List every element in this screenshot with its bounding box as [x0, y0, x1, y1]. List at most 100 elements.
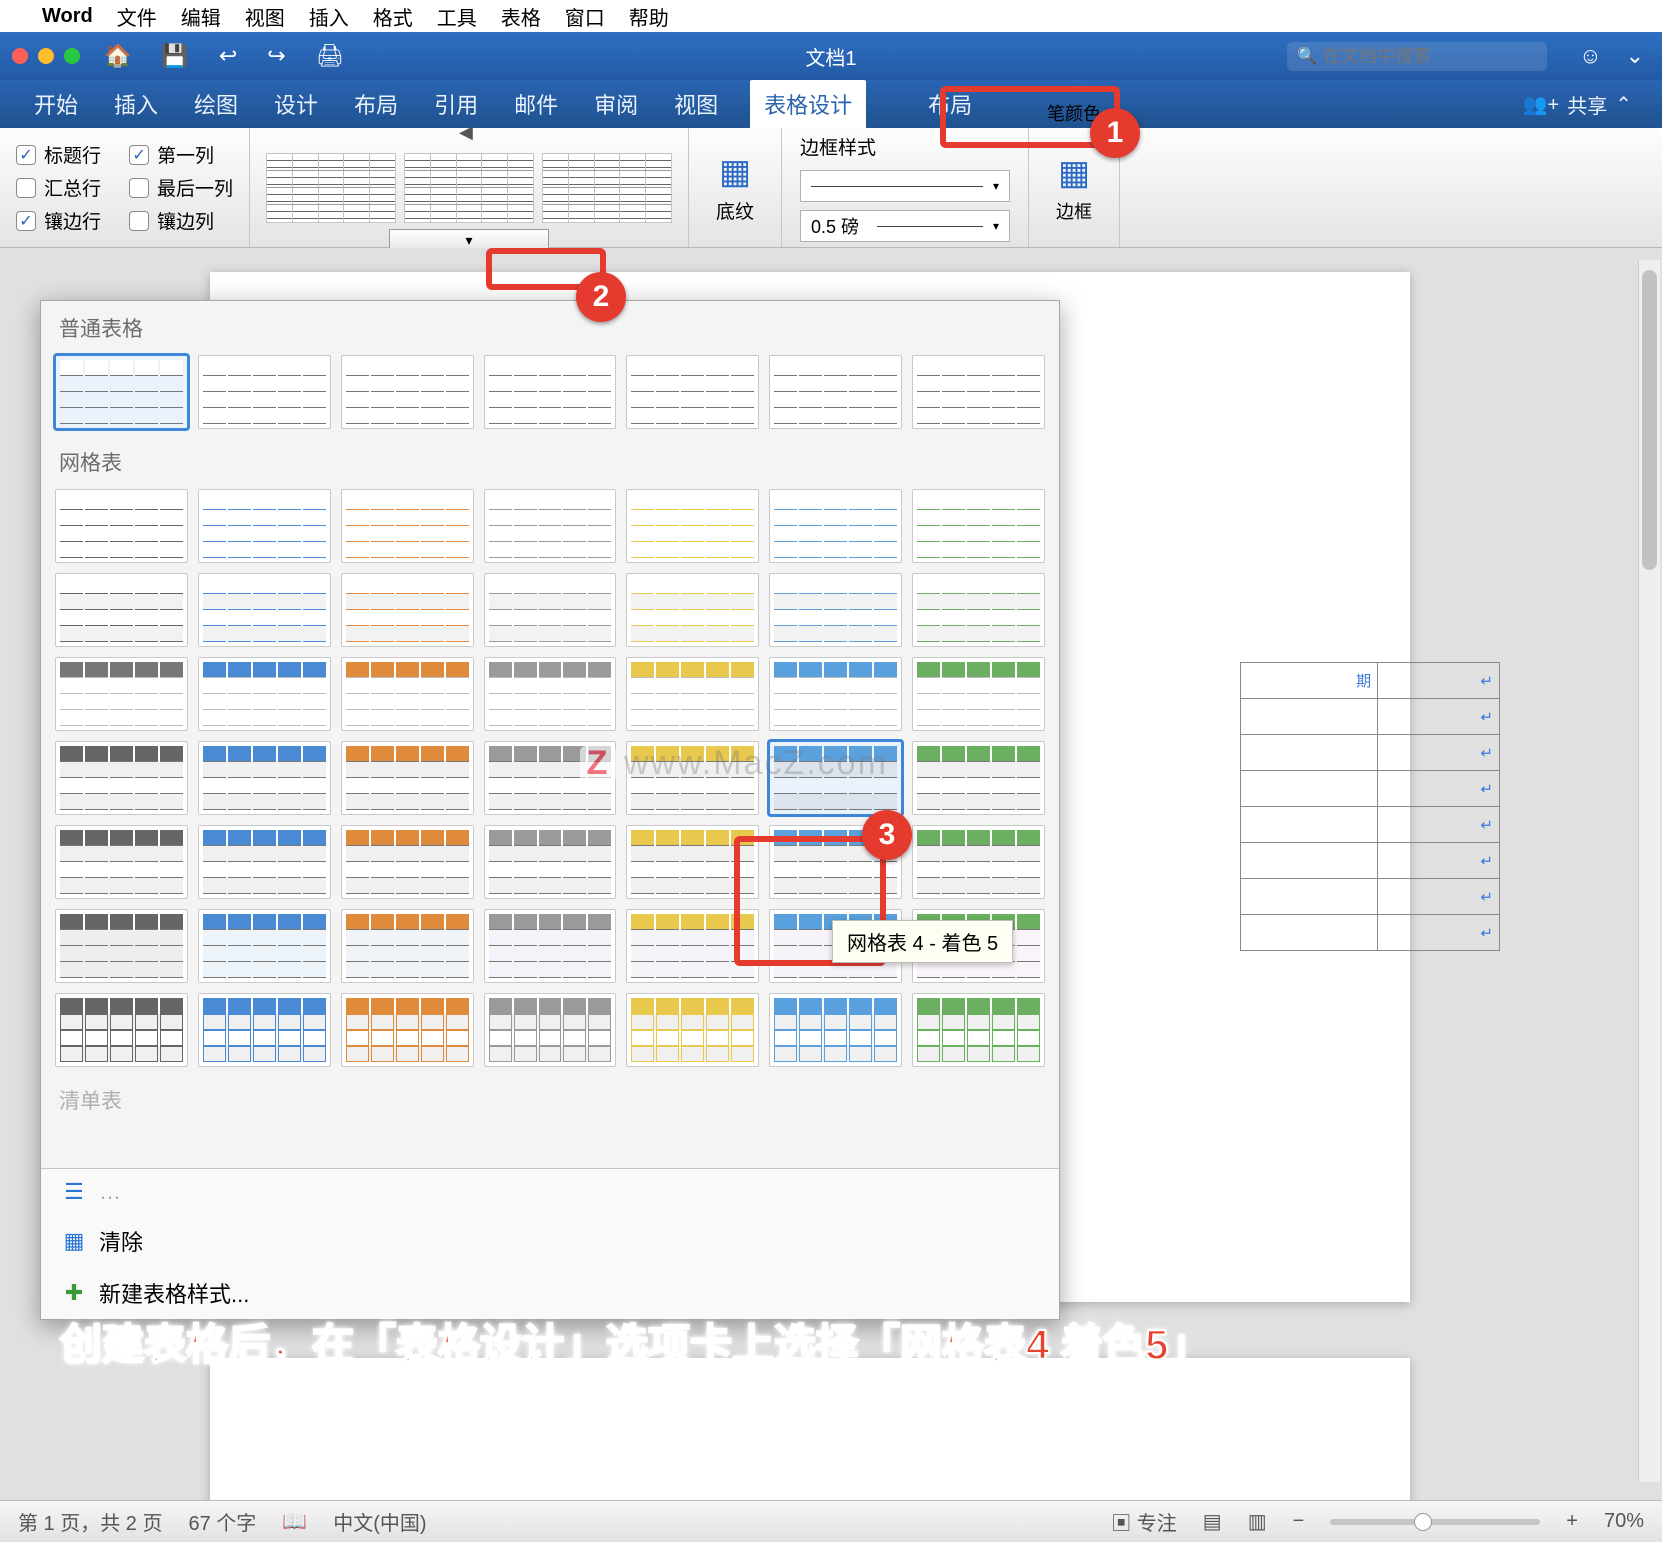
- menu-help[interactable]: 帮助: [629, 2, 669, 31]
- menu-edit[interactable]: 编辑: [181, 2, 221, 31]
- border-weight-combo[interactable]: 0.5 磅▾: [800, 210, 1010, 242]
- gallery-style-item[interactable]: [198, 909, 331, 983]
- gallery-style-item[interactable]: [341, 573, 474, 647]
- menu-tools[interactable]: 工具: [437, 2, 477, 31]
- status-language[interactable]: 中文(中国): [333, 1507, 426, 1536]
- zoom-slider-knob[interactable]: [1414, 1513, 1432, 1531]
- zoom-in-button[interactable]: +: [1566, 1510, 1578, 1533]
- gallery-style-item[interactable]: [769, 489, 902, 563]
- menu-format[interactable]: 格式: [373, 2, 413, 31]
- table-cell[interactable]: 期: [1241, 663, 1378, 699]
- share-button[interactable]: 👥+共享⌃: [1523, 90, 1632, 119]
- document-table[interactable]: 期↵ ↵↵↵ ↵↵↵ ↵: [1240, 662, 1500, 951]
- checkbox-header-row[interactable]: ✓标题行: [16, 141, 101, 168]
- tab-mailings[interactable]: 邮件: [510, 82, 562, 126]
- gallery-style-item[interactable]: [198, 993, 331, 1067]
- shading-icon[interactable]: ▦: [709, 151, 761, 193]
- gallery-style-item[interactable]: [484, 489, 617, 563]
- gallery-style-item[interactable]: [55, 573, 188, 647]
- gallery-style-item[interactable]: [626, 573, 759, 647]
- vertical-scrollbar[interactable]: [1638, 260, 1660, 1482]
- gallery-style-item[interactable]: [484, 909, 617, 983]
- gallery-style-item[interactable]: [626, 825, 759, 899]
- gallery-modify-style[interactable]: ☰…: [41, 1169, 1059, 1215]
- tab-design[interactable]: 设计: [270, 82, 322, 126]
- gallery-style-item[interactable]: [912, 825, 1045, 899]
- gallery-style-item[interactable]: [55, 355, 188, 429]
- gallery-style-item[interactable]: [769, 993, 902, 1067]
- tab-table-layout[interactable]: 布局: [924, 82, 976, 126]
- gallery-style-item[interactable]: [198, 741, 331, 815]
- gallery-style-item[interactable]: [626, 657, 759, 731]
- menu-window[interactable]: 窗口: [565, 2, 605, 31]
- tab-table-design[interactable]: 表格设计: [750, 80, 866, 128]
- gallery-style-item[interactable]: [484, 573, 617, 647]
- gallery-clear-button[interactable]: ▦ 清除: [41, 1215, 1059, 1267]
- gallery-style-item[interactable]: [626, 993, 759, 1067]
- search-input[interactable]: [1323, 46, 1523, 67]
- gallery-style-item[interactable]: [484, 993, 617, 1067]
- print-icon[interactable]: 🖨: [310, 43, 350, 69]
- document-page-2[interactable]: [210, 1358, 1410, 1500]
- gallery-style-item[interactable]: [912, 993, 1045, 1067]
- gallery-style-item[interactable]: [912, 741, 1045, 815]
- save-icon[interactable]: 💾: [155, 43, 194, 69]
- feedback-smiley-icon[interactable]: ☺: [1579, 43, 1601, 69]
- status-word-count[interactable]: 67 个字: [188, 1507, 256, 1536]
- checkbox-banded-rows[interactable]: ✓镶边行: [16, 207, 101, 234]
- menu-file[interactable]: 文件: [117, 2, 157, 31]
- status-page[interactable]: 第 1 页，共 2 页: [18, 1507, 162, 1536]
- gallery-style-item[interactable]: [912, 355, 1045, 429]
- view-print-layout-icon[interactable]: ▤: [1203, 1509, 1222, 1534]
- minimize-window-button[interactable]: [38, 48, 54, 64]
- scrollbar-thumb[interactable]: [1642, 270, 1657, 570]
- gallery-style-item[interactable]: [626, 909, 759, 983]
- tab-home[interactable]: 开始: [30, 82, 82, 126]
- gallery-style-item[interactable]: [484, 355, 617, 429]
- zoom-level[interactable]: 70%: [1604, 1510, 1644, 1533]
- gallery-style-item[interactable]: [198, 489, 331, 563]
- checkbox-last-column[interactable]: 最后一列: [129, 174, 233, 201]
- redo-icon[interactable]: ↪︎: [261, 43, 291, 69]
- gallery-style-item[interactable]: [912, 489, 1045, 563]
- gallery-style-item[interactable]: [198, 573, 331, 647]
- chevron-down-icon[interactable]: ⌄: [1620, 43, 1650, 69]
- gallery-style-item[interactable]: [484, 657, 617, 731]
- gallery-style-item[interactable]: [198, 825, 331, 899]
- maximize-window-button[interactable]: [64, 48, 80, 64]
- search-box[interactable]: 🔍: [1287, 42, 1547, 71]
- menu-view[interactable]: 视图: [245, 2, 285, 31]
- gallery-style-item[interactable]: [769, 657, 902, 731]
- close-window-button[interactable]: [12, 48, 28, 64]
- checkbox-banded-columns[interactable]: 镶边列: [129, 207, 214, 234]
- gallery-style-item[interactable]: [198, 355, 331, 429]
- gallery-prev-button[interactable]: ◀: [459, 122, 479, 143]
- tab-layout[interactable]: 布局: [350, 82, 402, 126]
- undo-icon[interactable]: ↩︎: [213, 43, 243, 69]
- gallery-style-item[interactable]: [626, 489, 759, 563]
- zoom-out-button[interactable]: −: [1293, 1510, 1305, 1533]
- border-style-combo[interactable]: ▾: [800, 170, 1010, 202]
- app-name[interactable]: Word: [42, 5, 93, 28]
- focus-mode-button[interactable]: ▣ 专注: [1111, 1507, 1177, 1536]
- ribbon-style-thumb[interactable]: [404, 153, 534, 223]
- gallery-style-item[interactable]: [341, 909, 474, 983]
- ribbon-style-thumb[interactable]: [266, 153, 396, 223]
- gallery-style-item[interactable]: [55, 657, 188, 731]
- gallery-style-item[interactable]: [341, 825, 474, 899]
- gallery-style-item[interactable]: [55, 825, 188, 899]
- menu-table[interactable]: 表格: [501, 2, 541, 31]
- gallery-style-item[interactable]: [55, 741, 188, 815]
- gallery-style-item[interactable]: [912, 573, 1045, 647]
- gallery-style-item[interactable]: [769, 573, 902, 647]
- tab-references[interactable]: 引用: [430, 82, 482, 126]
- menu-insert[interactable]: 插入: [309, 2, 349, 31]
- borders-button[interactable]: ▦边框: [1048, 152, 1100, 224]
- gallery-style-item[interactable]: [55, 489, 188, 563]
- checkbox-total-row[interactable]: 汇总行: [16, 174, 101, 201]
- gallery-style-item[interactable]: [55, 993, 188, 1067]
- tab-view[interactable]: 视图: [670, 82, 722, 126]
- gallery-style-item[interactable]: [912, 657, 1045, 731]
- gallery-style-item[interactable]: [341, 657, 474, 731]
- zoom-slider[interactable]: [1330, 1519, 1540, 1525]
